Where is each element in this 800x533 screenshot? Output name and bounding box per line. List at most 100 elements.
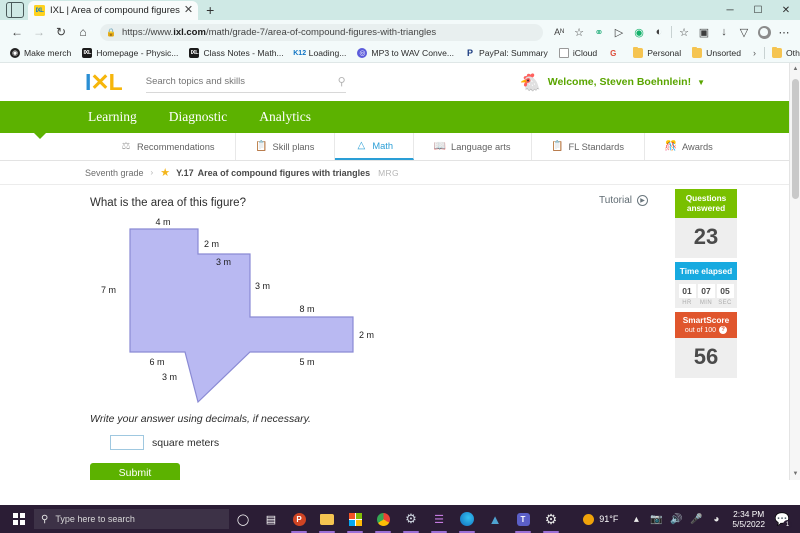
bookmark-item[interactable]: IXL Homepage - Physic... [77, 45, 183, 61]
grammarly-icon[interactable]: ◉ [629, 22, 649, 42]
browser-tab[interactable]: IXL IXL | Area of compound figures ✕ [28, 1, 199, 20]
help-icon[interactable]: ? [719, 326, 728, 335]
bookmark-item[interactable]: ◉ Make merch [5, 45, 76, 61]
tab-skill-plans[interactable]: 📋 Skill plans [236, 133, 336, 160]
breadcrumb: Seventh grade › ★ Y.17 Area of compound … [0, 161, 800, 185]
tab-fl-standards[interactable]: 📋 FL Standards [532, 133, 645, 160]
tab-language-arts[interactable]: 📖 Language arts [414, 133, 532, 160]
volume-icon[interactable]: 🔊 [666, 505, 686, 533]
bookmarks-divider [764, 47, 765, 59]
questions-answered-title: Questions answered [675, 189, 737, 218]
bookmarks-overflow-icon[interactable]: › [747, 48, 762, 58]
scroll-up-icon[interactable]: ▲ [790, 63, 800, 75]
chrome-icon[interactable] [369, 505, 397, 533]
bookmark-item[interactable]: G [603, 45, 627, 61]
timer-hours: 01 HR [678, 284, 696, 306]
back-icon[interactable]: ← [6, 21, 28, 43]
user-menu[interactable]: 🐔 Welcome, Steven Boehnlein! ▼ [520, 74, 705, 91]
start-button[interactable] [4, 513, 34, 525]
new-tab-button[interactable]: + [206, 2, 214, 18]
tab-awards[interactable]: 🎊 Awards [645, 133, 733, 160]
minimize-button[interactable]: ─ [716, 0, 744, 20]
search-icon: ⚲ [41, 513, 49, 525]
tab-recommendations[interactable]: ⚖ Recommendations [100, 133, 236, 160]
other-favorites-button[interactable]: Other favorites [767, 45, 800, 61]
breadcrumb-grade[interactable]: Seventh grade [85, 168, 144, 178]
bookmark-item[interactable]: Personal [628, 45, 686, 61]
maximize-button[interactable]: ☐ [744, 0, 772, 20]
tab-math[interactable]: △ Math [335, 133, 415, 160]
close-window-button[interactable]: ✕ [772, 0, 800, 20]
timer-seconds: 05 SEC [716, 284, 734, 306]
shield-icon[interactable]: ⚭ [589, 22, 609, 42]
search-input[interactable] [145, 76, 311, 87]
nav-learning[interactable]: Learning [85, 109, 140, 125]
bookmark-item[interactable]: K12 Loading... [290, 45, 352, 61]
notifications-button[interactable]: 💬 1 [771, 505, 793, 533]
add-favorite-icon[interactable]: ☆ [569, 22, 589, 42]
cortana-icon[interactable]: ◯ [229, 505, 257, 533]
reload-icon[interactable]: ↻ [50, 21, 72, 43]
profile-icon[interactable] [754, 22, 774, 42]
search-icon[interactable]: ⚲ [338, 75, 346, 88]
bookmark-item[interactable]: P PayPal: Summary [460, 45, 553, 61]
settings-more-icon[interactable]: ⋯ [774, 22, 794, 42]
steam-icon[interactable]: ⚙ [397, 505, 425, 533]
label-2m-step: 2 m [204, 239, 219, 249]
settings-icon[interactable]: ⚙ [537, 505, 565, 533]
edge-icon[interactable] [453, 505, 481, 533]
taskbar-clock[interactable]: 2:34 PM 5/5/2022 [726, 509, 771, 530]
task-view-icon[interactable]: ▤ [257, 505, 285, 533]
page-scrollbar[interactable]: ▲ ▼ [789, 63, 800, 480]
weather-widget[interactable]: 91°F [575, 513, 626, 525]
awards-icon: 🎊 [664, 141, 678, 152]
bookmark-item[interactable]: Unsorted [687, 45, 746, 61]
scroll-down-icon[interactable]: ▼ [790, 468, 800, 480]
audio-icon[interactable]: ☰ [425, 505, 453, 533]
downloads-icon[interactable]: ↓ [714, 22, 734, 42]
address-bar[interactable]: 🔒 https://www.ixl.com/math/grade-7/area-… [100, 23, 543, 41]
question-area: What is the area of this figure? 4 m 2 m… [0, 185, 800, 480]
answer-instruction: Write your answer using decimals, if nec… [90, 413, 311, 425]
nav-analytics[interactable]: Analytics [256, 109, 314, 125]
bookmark-item[interactable]: iCloud [554, 45, 602, 61]
bookmark-item[interactable]: IXL Class Notes - Math... [184, 45, 288, 61]
nav-diagnostic[interactable]: Diagnostic [166, 109, 231, 125]
close-tab-icon[interactable]: ✕ [184, 5, 193, 16]
star-icon[interactable]: ★ [160, 166, 170, 179]
wifi-icon[interactable]: ◕ [706, 505, 726, 533]
read-aloud-icon[interactable]: Aᴺ [549, 22, 569, 42]
tutorial-link[interactable]: Tutorial ▶ [599, 195, 648, 206]
forward-icon[interactable]: → [28, 21, 50, 43]
mic-icon[interactable]: 🎤 [686, 505, 706, 533]
favorites-icon[interactable]: ☆ [674, 22, 694, 42]
file-explorer-icon[interactable] [313, 505, 341, 533]
bookmark-item[interactable]: ◎ MP3 to WAV Conve... [352, 45, 459, 61]
label-2m-right: 2 m [359, 330, 374, 340]
split-screen-icon[interactable]: ▽ [734, 22, 754, 42]
taskbar-search[interactable]: ⚲ Type here to search [34, 509, 229, 529]
standards-icon: 📋 [551, 141, 564, 152]
camera-icon[interactable]: 📷 [646, 505, 666, 533]
smartscore-header: SmartScore out of 100 ? [675, 312, 737, 339]
collections-icon[interactable]: ▣ [694, 22, 714, 42]
play-icon[interactable]: ▶ [637, 195, 648, 206]
breadcrumb-separator-icon: › [150, 168, 154, 177]
ixl-logo[interactable]: I ✕ L [85, 69, 123, 96]
paint3d-icon[interactable]: ▲ [481, 505, 509, 533]
search-box[interactable]: ⚲ [145, 71, 346, 93]
home-icon[interactable]: ⌂ [72, 21, 94, 43]
tab-actions-icon[interactable] [6, 2, 24, 18]
cookie-icon[interactable]: ◐ [649, 22, 669, 42]
powerpoint-icon[interactable]: P [285, 505, 313, 533]
tutorial-label: Tutorial [599, 195, 632, 206]
chevron-up-icon[interactable]: ▴ [626, 505, 646, 533]
chevron-down-icon[interactable]: ▼ [697, 78, 705, 87]
store-icon[interactable] [341, 505, 369, 533]
skill-plans-icon: 📋 [255, 141, 268, 152]
teams-icon[interactable]: T [509, 505, 537, 533]
cursor-icon[interactable]: ▷ [609, 22, 629, 42]
answer-input[interactable] [110, 435, 144, 450]
submit-button[interactable]: Submit [90, 463, 180, 480]
scrollbar-thumb[interactable] [792, 79, 799, 199]
